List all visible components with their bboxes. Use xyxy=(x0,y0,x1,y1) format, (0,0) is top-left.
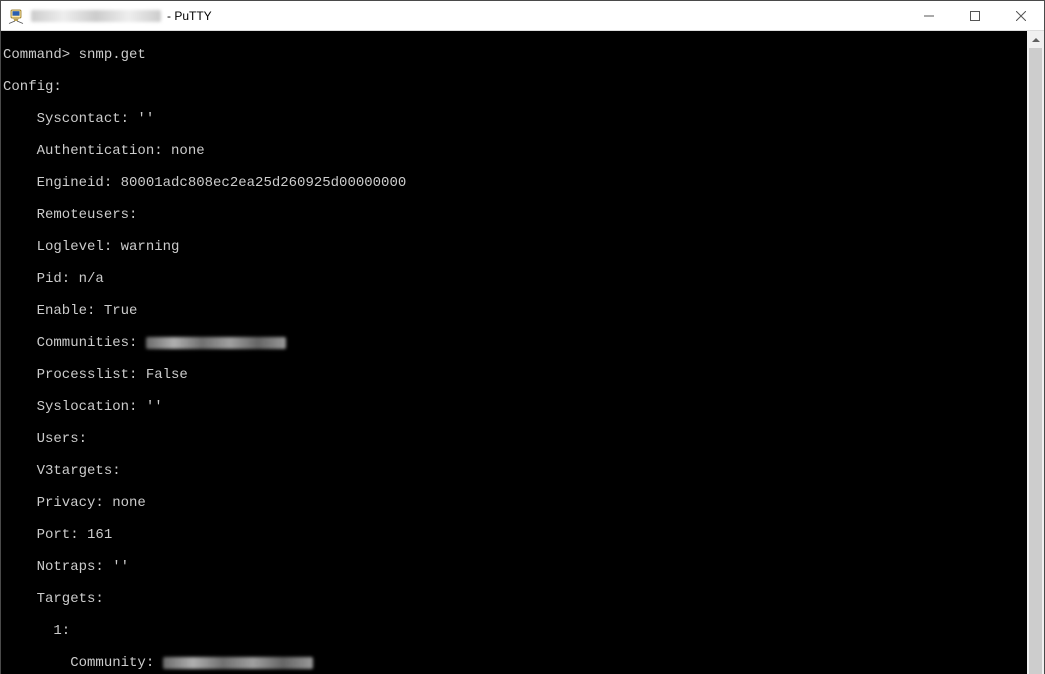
processlist-line: Processlist: False xyxy=(3,367,1025,383)
targets-line: Targets: xyxy=(3,591,1025,607)
prompt: Command> xyxy=(3,47,79,63)
close-button[interactable] xyxy=(998,1,1044,31)
command-text: snmp.get xyxy=(79,47,146,63)
maximize-button[interactable] xyxy=(952,1,998,31)
target-1-idx: 1: xyxy=(3,623,1025,639)
syscontact-line: Syscontact: '' xyxy=(3,111,1025,127)
privacy-line: Privacy: none xyxy=(3,495,1025,511)
scroll-up-button[interactable] xyxy=(1027,31,1044,48)
titlebar[interactable]: - PuTTY xyxy=(1,1,1044,31)
target-1-community-prefix: Community: xyxy=(3,655,163,671)
communities-prefix: Communities: xyxy=(3,335,146,351)
redacted-community xyxy=(146,337,286,349)
scroll-thumb[interactable] xyxy=(1029,48,1042,674)
syslocation-line: Syslocation: '' xyxy=(3,399,1025,415)
redacted-community-1 xyxy=(163,657,313,669)
users-line: Users: xyxy=(3,431,1025,447)
minimize-button[interactable] xyxy=(906,1,952,31)
scrollbar[interactable] xyxy=(1027,31,1044,674)
config-header: Config: xyxy=(3,79,1025,95)
enable-line: Enable: True xyxy=(3,303,1025,319)
notraps-line: Notraps: '' xyxy=(3,559,1025,575)
scroll-track[interactable] xyxy=(1027,48,1044,674)
engineid-line: Engineid: 80001adc808ec2ea25d260925d0000… xyxy=(3,175,1025,191)
loglevel-line: Loglevel: warning xyxy=(3,239,1025,255)
port-line: Port: 161 xyxy=(3,527,1025,543)
client-area: Command> snmp.get Config: Syscontact: ''… xyxy=(1,31,1044,674)
remoteusers-line: Remoteusers: xyxy=(3,207,1025,223)
pid-line: Pid: n/a xyxy=(3,271,1025,287)
terminal[interactable]: Command> snmp.get Config: Syscontact: ''… xyxy=(1,31,1027,674)
putty-icon xyxy=(1,8,31,24)
window-title: - PuTTY xyxy=(31,9,212,23)
authentication-line: Authentication: none xyxy=(3,143,1025,159)
title-suffix: - PuTTY xyxy=(167,9,212,23)
v3targets-line: V3targets: xyxy=(3,463,1025,479)
putty-window: - PuTTY Command> snmp.get Config: Syscon… xyxy=(0,0,1045,674)
redacted-hostname xyxy=(31,10,161,22)
